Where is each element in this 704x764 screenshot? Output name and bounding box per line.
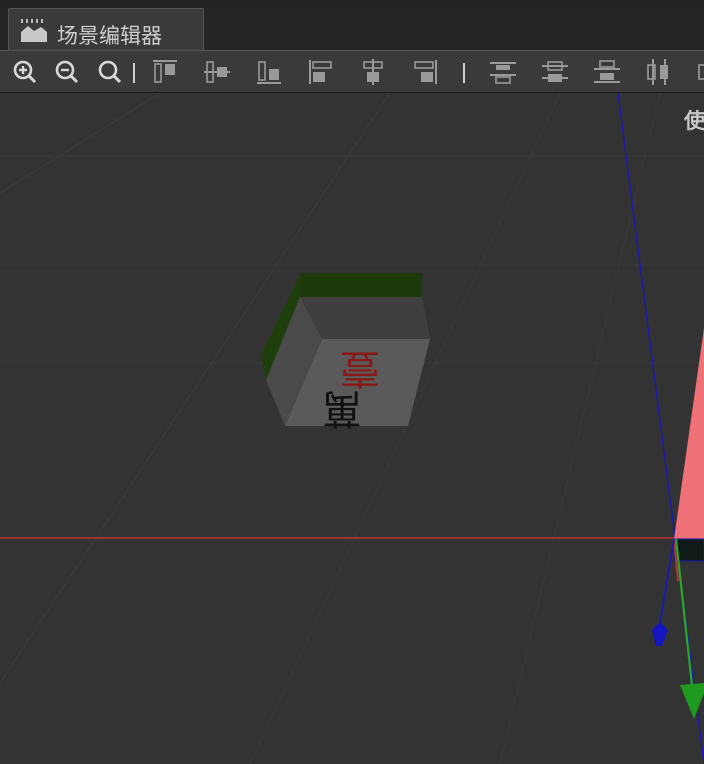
align-horizontal-center-icon	[363, 59, 383, 85]
distribute-bottom-icon	[594, 60, 620, 83]
align-left-icon	[309, 60, 332, 84]
align-top-button[interactable]	[150, 57, 180, 87]
distribute-top-button[interactable]	[488, 57, 518, 87]
align-horizontal-center-button[interactable]	[358, 57, 388, 87]
zoom-out-button[interactable]	[52, 57, 82, 87]
top-strip	[0, 0, 704, 8]
distribute-horizontal-icon	[698, 64, 704, 80]
distribute-top-icon	[490, 62, 516, 84]
align-left-button[interactable]	[306, 57, 336, 87]
camera-frustum[interactable]	[674, 328, 704, 539]
distribute-horizontal-button[interactable]	[696, 57, 704, 87]
align-vertical-center-icon	[204, 61, 230, 83]
corner-label: 使	[684, 109, 704, 133]
distribute-vertical-center-button[interactable]	[540, 57, 570, 87]
align-top-icon	[153, 60, 177, 83]
mahjong-tile[interactable]: 壹 萬	[261, 273, 430, 431]
tab-label: 场景编辑器	[57, 24, 162, 48]
scene-icon	[19, 18, 49, 44]
distribute-vertical-center-icon	[542, 61, 568, 82]
toolbar-separator	[463, 63, 465, 83]
tab-bar: 场景编辑器	[0, 8, 704, 51]
zoom-reset-button[interactable]	[95, 57, 125, 87]
zoom-in-icon	[13, 60, 37, 84]
tile-char-bottom: 萬	[322, 385, 362, 431]
z-axis-handle[interactable]	[652, 622, 668, 646]
zoom-reset-icon	[98, 60, 122, 84]
distribute-left-button[interactable]	[644, 57, 674, 87]
zoom-in-button[interactable]	[10, 57, 40, 87]
align-bottom-button[interactable]	[254, 57, 284, 87]
tile-char-top: 壹	[340, 345, 380, 391]
zoom-out-icon	[55, 60, 79, 84]
align-bottom-icon	[257, 61, 281, 84]
distribute-left-icon	[647, 59, 668, 85]
toolbar	[0, 50, 704, 93]
align-right-button[interactable]	[410, 57, 440, 87]
toolbar-separator	[133, 63, 135, 83]
align-right-icon	[414, 60, 437, 84]
y-axis-handle[interactable]	[680, 683, 704, 719]
align-vertical-center-button[interactable]	[202, 57, 232, 87]
scene-viewport[interactable]: 壹 萬 使	[0, 93, 704, 764]
z-axis-handle-line	[659, 538, 675, 624]
tab-scene-editor[interactable]: 场景编辑器	[8, 8, 204, 51]
distribute-bottom-button[interactable]	[592, 57, 622, 87]
